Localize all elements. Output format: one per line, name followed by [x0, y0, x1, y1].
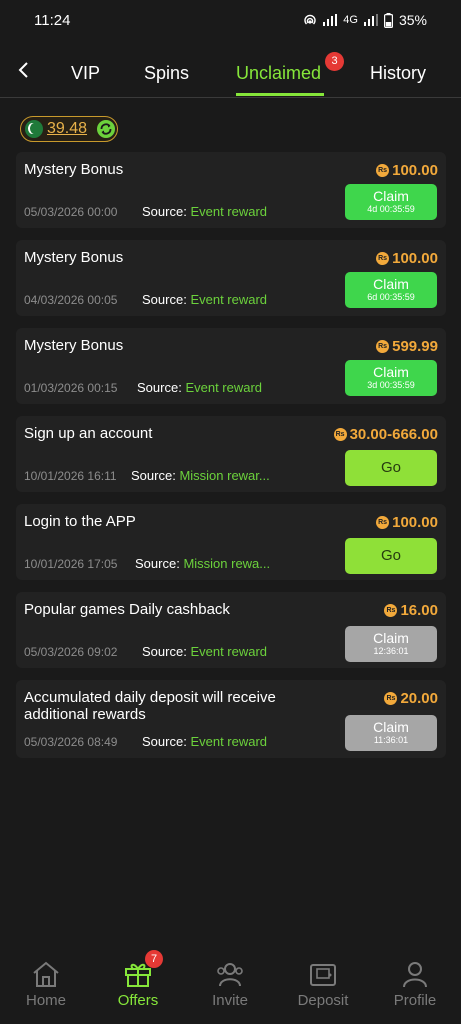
- tab-unclaimed[interactable]: Unclaimed: [236, 63, 321, 84]
- network-type: 4G: [343, 14, 358, 26]
- reward-source: Source: Event reward: [142, 734, 268, 749]
- go-button[interactable]: Go: [345, 450, 437, 486]
- battery-percent: 35%: [398, 12, 427, 28]
- home-icon: [33, 961, 59, 987]
- reward-source: Source: Event reward: [142, 644, 268, 659]
- reward-date: 05/03/2026 00:00: [24, 205, 118, 219]
- nav-home-label: Home: [25, 992, 66, 1009]
- battery-icon: [383, 12, 393, 28]
- nav-deposit[interactable]: Deposit: [278, 950, 368, 1024]
- back-arrow-icon[interactable]: [14, 58, 34, 82]
- claim-button[interactable]: Claim 4d 00:35:59: [345, 184, 437, 220]
- signal-icon: [323, 14, 338, 26]
- nav-invite-label: Invite: [212, 992, 248, 1009]
- tab-vip[interactable]: VIP: [71, 63, 100, 84]
- reward-source: Source: Event reward: [137, 380, 263, 395]
- reward-title: Mystery Bonus: [24, 161, 124, 178]
- claim-countdown: 11:36:01: [373, 735, 409, 745]
- currency-flag-icon: [25, 120, 43, 138]
- reward-card: Sign up an account Rs 30.00-666.00 10/01/…: [16, 416, 446, 492]
- reward-amount: Rs 20.00: [384, 690, 438, 707]
- nav-invite[interactable]: Invite: [185, 950, 275, 1024]
- reward-source: Source: Event reward: [142, 204, 268, 219]
- reward-title: Popular games Daily cashback: [24, 601, 230, 618]
- reward-source: Source: Mission rewa...: [135, 556, 271, 571]
- hotspot-icon: [304, 14, 316, 25]
- claim-countdown: 4d 00:35:59: [367, 204, 415, 214]
- reward-title: Accumulated daily deposit will receive a…: [24, 689, 276, 723]
- status-bar: 11:24 4G 35%: [0, 0, 461, 40]
- signal-icon-2: [363, 14, 378, 26]
- nav-offers[interactable]: Offers: [93, 950, 183, 1024]
- claim-button[interactable]: Claim 6d 00:35:59: [345, 272, 437, 308]
- reward-date: 01/03/2026 00:15: [24, 381, 118, 395]
- refresh-icon[interactable]: [96, 119, 116, 139]
- rupee-icon: Rs: [333, 428, 347, 441]
- reward-card: Login to the APP Rs 100.00 10/01/2026 17:…: [16, 504, 446, 580]
- reward-title: Mystery Bonus: [24, 249, 124, 266]
- nav-offers-label: Offers: [117, 992, 159, 1009]
- claim-countdown: 6d 00:35:59: [367, 292, 415, 302]
- invite-icon: [217, 963, 243, 987]
- rupee-icon: Rs: [376, 252, 390, 265]
- rupee-icon: Rs: [376, 164, 390, 177]
- active-tab-indicator: [236, 93, 324, 96]
- rupee-icon: Rs: [376, 516, 390, 529]
- reward-card: Mystery Bonus Rs 100.00 04/03/2026 00:05 …: [16, 240, 446, 316]
- nav-profile-label: Profile: [393, 992, 437, 1009]
- reward-amount: Rs 100.00: [376, 514, 438, 531]
- offers-count-badge: 7: [145, 950, 163, 968]
- claim-button-disabled[interactable]: Claim 12:36:01: [345, 626, 437, 662]
- balance-value: 39.48: [47, 120, 88, 137]
- wallet-icon: [310, 964, 336, 986]
- reward-card: Mystery Bonus Rs 100.00 05/03/2026 00:00 …: [16, 152, 446, 228]
- unclaimed-count-badge: 3: [325, 52, 344, 71]
- reward-card: Accumulated daily deposit will receive a…: [16, 680, 446, 758]
- reward-date: 10/01/2026 17:05: [24, 557, 118, 571]
- claim-button-disabled[interactable]: Claim 11:36:01: [345, 715, 437, 751]
- reward-date: 10/01/2026 16:11: [24, 469, 117, 483]
- reward-amount: Rs 30.00-666.00: [333, 426, 438, 443]
- rupee-icon: Rs: [384, 692, 398, 705]
- rupee-icon: Rs: [376, 340, 390, 353]
- reward-title: Sign up an account: [24, 425, 153, 442]
- reward-amount: Rs 100.00: [376, 162, 438, 179]
- status-icons: 4G 35%: [303, 12, 427, 28]
- reward-title: Mystery Bonus: [24, 337, 124, 354]
- rupee-icon: Rs: [384, 604, 398, 617]
- reward-date: 04/03/2026 00:05: [24, 293, 118, 307]
- reward-source: Source: Mission rewar...: [131, 468, 270, 483]
- reward-title: Login to the APP: [24, 513, 136, 530]
- nav-home[interactable]: Home: [1, 950, 91, 1024]
- tab-spins[interactable]: Spins: [144, 63, 189, 84]
- profile-icon: [403, 962, 427, 988]
- reward-date: 05/03/2026 09:02: [24, 645, 118, 659]
- top-tabs: VIP Spins Unclaimed History: [0, 46, 461, 98]
- claim-countdown: 3d 00:35:59: [367, 380, 415, 390]
- nav-profile[interactable]: Profile: [370, 950, 460, 1024]
- reward-source: Source: Event reward: [142, 292, 268, 307]
- balance-chip[interactable]: 39.48: [20, 116, 118, 142]
- reward-card: Mystery Bonus Rs 599.99 01/03/2026 00:15 …: [16, 328, 446, 404]
- bottom-nav: Home Offers 7 Invite Deposit Profile: [0, 950, 461, 1024]
- reward-date: 05/03/2026 08:49: [24, 735, 118, 749]
- reward-amount: Rs 100.00: [376, 250, 438, 267]
- reward-amount: Rs 16.00: [384, 602, 438, 619]
- reward-amount: Rs 599.99: [376, 338, 438, 355]
- reward-card: Popular games Daily cashback Rs 16.00 05/…: [16, 592, 446, 668]
- tab-history[interactable]: History: [370, 63, 426, 84]
- claim-countdown: 12:36:01: [373, 646, 409, 656]
- claim-button[interactable]: Claim 3d 00:35:59: [345, 360, 437, 396]
- nav-deposit-label: Deposit: [297, 992, 349, 1009]
- go-button[interactable]: Go: [345, 538, 437, 574]
- status-time: 11:24: [34, 11, 71, 29]
